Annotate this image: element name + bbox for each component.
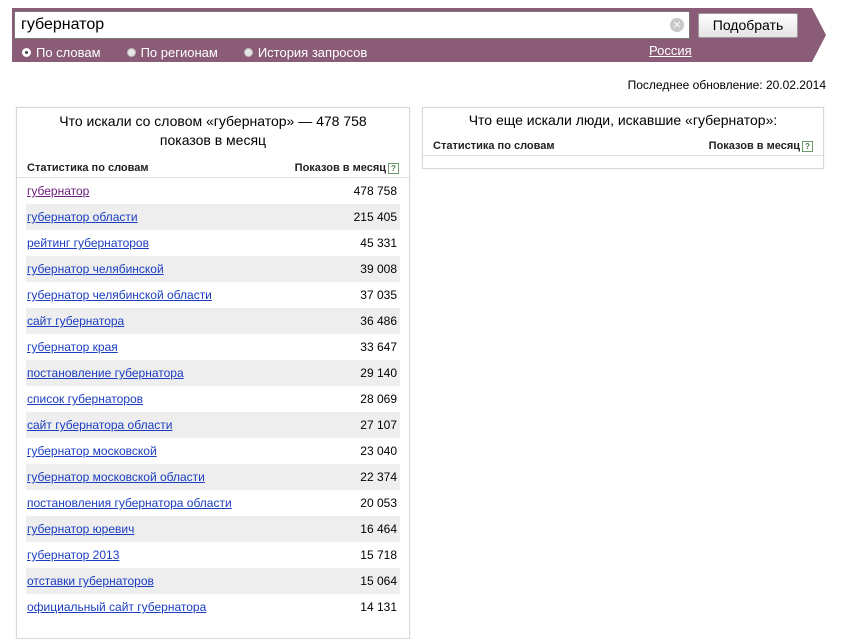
radio-icon[interactable] [243,47,253,57]
col-shows: Показов в месяц? [709,140,813,152]
show-count: 478 758 [353,184,397,198]
show-count: 15 718 [360,548,397,562]
phrase-link[interactable]: губернатор московской области [27,470,205,484]
phrase-link[interactable]: официальный сайт губернатора [27,600,206,614]
last-update: Последнее обновление: 20.02.2014 [627,78,826,92]
table-row: губернатор 2013 15 718 [26,542,400,568]
phrase-link[interactable]: губернатор челябинской [27,262,164,276]
panel-title: Что искали со словом «губернатор» — 478 … [17,108,409,150]
col-shows-label: Показов в месяц [708,140,800,152]
show-count: 22 374 [360,470,397,484]
table-row: сайт губернатора области 27 107 [26,412,400,438]
table-row: отставки губернаторов 15 064 [26,568,400,594]
mode-by-words[interactable]: По словам [22,45,101,60]
phrase-link[interactable]: отставки губернаторов [27,574,154,588]
show-count: 45 331 [360,236,397,250]
panel-title-line2: показов в месяц [159,132,267,148]
phrase-link[interactable]: постановления губернатора области [27,496,232,510]
region-link[interactable]: Россия [649,43,692,58]
show-count: 16 464 [360,522,397,536]
table-row: постановление губернатора 29 140 [26,360,400,386]
show-count: 29 140 [360,366,397,380]
phrase-link[interactable]: губернатор [27,184,89,198]
table-row: рейтинг губернаторов 45 331 [26,230,400,256]
mode-by-regions[interactable]: По регионам [126,45,218,60]
table-row: губернатор московской 23 040 [26,438,400,464]
show-count: 15 064 [360,574,397,588]
help-icon[interactable]: ? [388,162,399,174]
table-row: постановления губернатора области 20 053 [26,490,400,516]
table-row: губернатор челябинской 39 008 [26,256,400,282]
show-count: 23 040 [360,444,397,458]
phrase-link[interactable]: сайт губернатора [27,314,124,328]
help-icon[interactable]: ? [802,140,813,152]
col-shows-label: Показов в месяц [294,162,386,174]
show-count: 37 035 [360,288,397,302]
phrase-link[interactable]: губернатор московской [27,444,157,458]
panel-title-line1: Что искали со словом «губернатор» — 478 … [59,113,367,129]
show-count: 14 131 [360,600,397,614]
table-row: сайт губернатора 36 486 [26,308,400,334]
show-count: 20 053 [360,496,397,510]
column-header: Статистика по словам Показов в месяц? [423,137,823,156]
show-count: 27 107 [360,418,397,432]
radio-icon[interactable] [126,47,136,57]
mode-query-history[interactable]: История запросов [243,45,368,60]
col-stats-label: Статистика по словам [433,140,555,152]
panel-title: Что еще искали люди, искавшие «губернато… [468,112,778,128]
col-shows: Показов в месяц? [295,162,399,174]
col-stats-label: Статистика по словам [27,162,149,174]
mode-label[interactable]: История запросов [258,45,368,60]
search-band-arrow [812,8,826,62]
column-header: Статистика по словам Показов в месяц? [17,159,409,178]
table-row: губернатор юревич 16 464 [26,516,400,542]
mode-label[interactable]: По регионам [141,45,218,60]
show-count: 39 008 [360,262,397,276]
phrase-link[interactable]: рейтинг губернаторов [27,236,149,250]
table-row: список губернаторов 28 069 [26,386,400,412]
show-count: 36 486 [360,314,397,328]
phrase-link[interactable]: губернатор челябинской области [27,288,212,302]
phrase-link[interactable]: губернатор области [27,210,138,224]
phrase-link[interactable]: губернатор края [27,340,118,354]
radio-icon[interactable] [22,47,31,57]
table-row: губернатор края 33 647 [26,334,400,360]
mode-label[interactable]: По словам [36,45,101,60]
phrase-link[interactable]: губернатор юревич [27,522,134,536]
table-row: губернатор московской области 22 374 [26,464,400,490]
search-mode-radios: По словам По регионам История запросов [22,44,393,60]
clear-icon[interactable]: × [670,18,684,32]
phrase-link[interactable]: губернатор 2013 [27,548,119,562]
phrase-link[interactable]: список губернаторов [27,392,143,406]
phrase-link[interactable]: сайт губернатора области [27,418,172,432]
table-row: губернатор области 215 405 [26,204,400,230]
table-row: официальный сайт губернатора 14 131 [26,594,400,620]
table-row: губернатор челябинской области 37 035 [26,282,400,308]
related-words-panel: Что искали со словом «губернатор» — 478 … [16,107,410,639]
submit-button[interactable]: Подобрать [698,13,798,38]
show-count: 33 647 [360,340,397,354]
show-count: 215 405 [353,210,397,224]
also-searched-panel: Что еще искали люди, искавшие «губернато… [422,107,824,169]
table-row: губернатор 478 758 [26,178,400,204]
search-input[interactable]: губернатор [14,11,690,39]
phrase-link[interactable]: постановление губернатора [27,366,184,380]
word-rows: губернатор 478 758 губернатор области 215 4… [17,178,409,620]
show-count: 28 069 [360,392,397,406]
